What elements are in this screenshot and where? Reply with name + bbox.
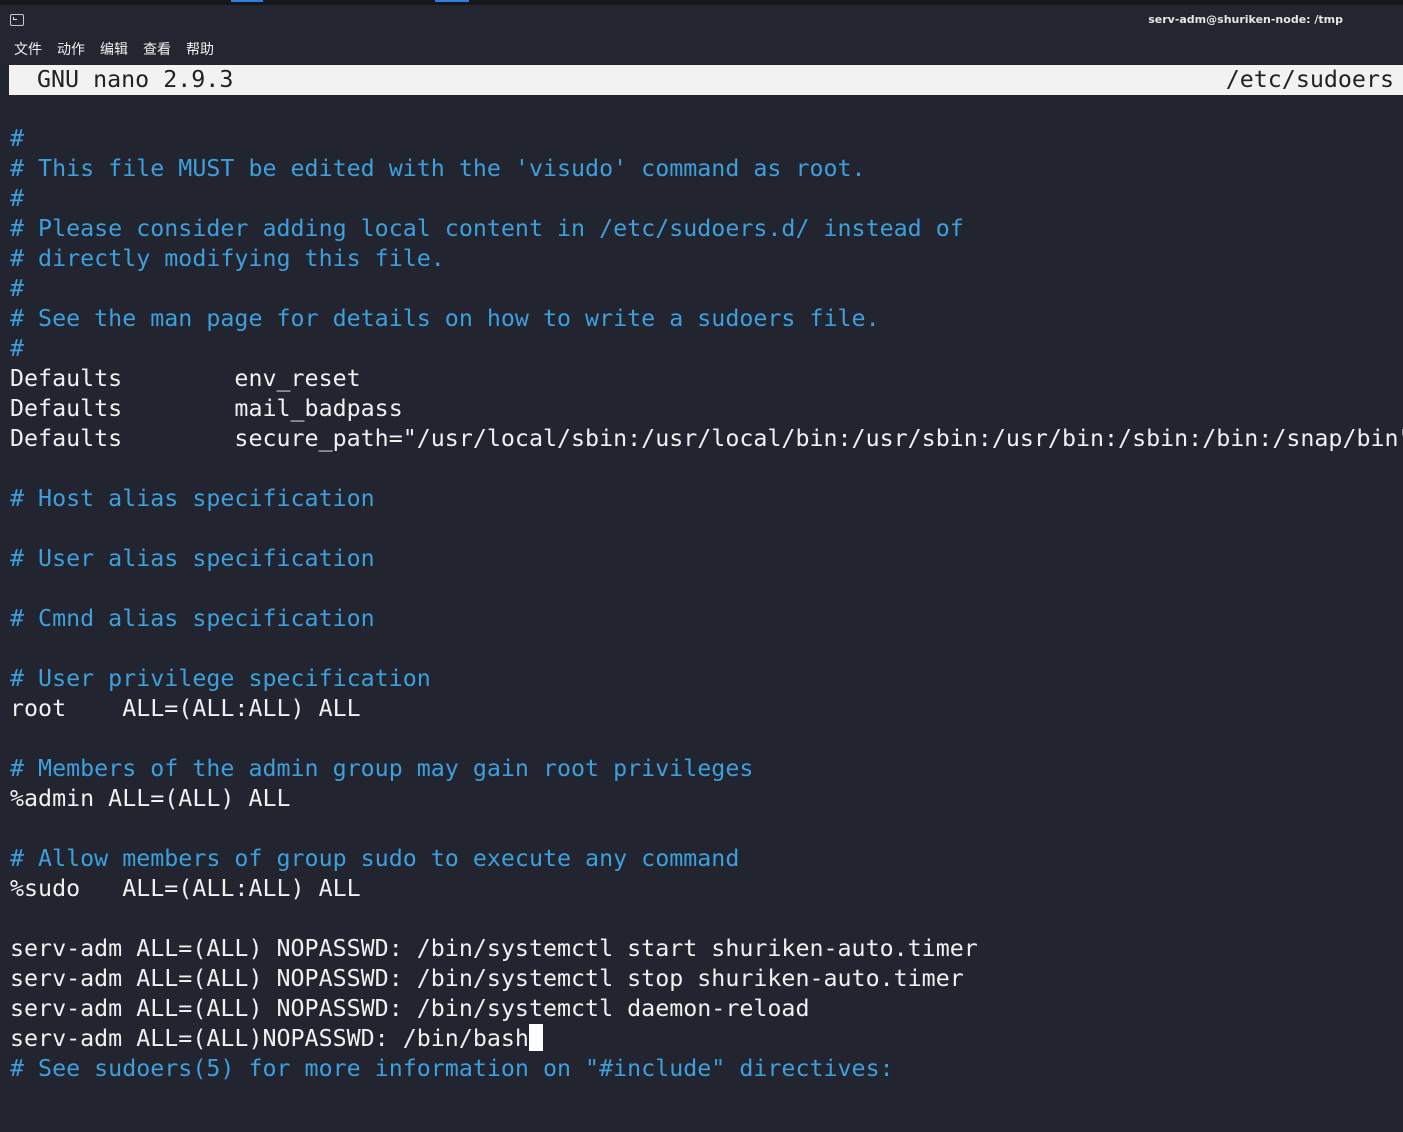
line-text: # bbox=[10, 185, 25, 212]
line-text: # Cmnd alias specification bbox=[10, 605, 375, 632]
code-line[interactable]: Defaults secure_path="/usr/local/sbin:/u… bbox=[10, 424, 1403, 454]
line-text: # bbox=[10, 275, 25, 302]
window-title: serv-adm@shuriken-node: /tmp bbox=[1148, 13, 1343, 26]
menu-help[interactable]: 帮助 bbox=[186, 39, 214, 59]
line-text: # bbox=[10, 125, 25, 152]
comment-line[interactable]: # bbox=[10, 184, 1403, 214]
code-line[interactable]: %sudo ALL=(ALL:ALL) ALL bbox=[10, 874, 1403, 904]
line-text: # User privilege specification bbox=[10, 665, 431, 692]
line-text: # Host alias specification bbox=[10, 485, 375, 512]
comment-line[interactable]: # Please consider adding local content i… bbox=[10, 214, 1403, 244]
line-text: # This file MUST be edited with the 'vis… bbox=[10, 155, 866, 182]
menu-view[interactable]: 查看 bbox=[143, 39, 171, 59]
code-line[interactable]: serv-adm ALL=(ALL)NOPASSWD: /bin/bash bbox=[10, 1024, 1403, 1054]
window-header: serv-adm@shuriken-node: /tmp 文件 动作 编辑 查看… bbox=[0, 5, 1403, 65]
line-text: # See sudoers(5) for more information on… bbox=[10, 1055, 894, 1082]
code-line[interactable] bbox=[10, 454, 1403, 484]
tab-indicator bbox=[231, 0, 263, 2]
line-text: # Allow members of group sudo to execute… bbox=[10, 845, 740, 872]
line-text: # Members of the admin group may gain ro… bbox=[10, 755, 754, 782]
nano-title-bar: GNU nano 2.9.3 /etc/sudoers bbox=[9, 65, 1403, 95]
comment-line[interactable]: # Cmnd alias specification bbox=[10, 604, 1403, 634]
comment-line[interactable]: # bbox=[10, 124, 1403, 154]
line-text: # Please consider adding local content i… bbox=[10, 215, 964, 242]
line-text: # bbox=[10, 335, 25, 362]
line-text: serv-adm ALL=(ALL) NOPASSWD: /bin/system… bbox=[10, 965, 964, 992]
comment-line[interactable]: # Allow members of group sudo to execute… bbox=[10, 844, 1403, 874]
code-line[interactable] bbox=[10, 814, 1403, 844]
comment-line[interactable]: # User alias specification bbox=[10, 544, 1403, 574]
code-line[interactable]: Defaults env_reset bbox=[10, 364, 1403, 394]
comment-line[interactable]: # User privilege specification bbox=[10, 664, 1403, 694]
code-line[interactable]: serv-adm ALL=(ALL) NOPASSWD: /bin/system… bbox=[10, 994, 1403, 1024]
code-line[interactable]: root ALL=(ALL:ALL) ALL bbox=[10, 694, 1403, 724]
menu-edit[interactable]: 编辑 bbox=[100, 39, 128, 59]
line-text: # directly modifying this file. bbox=[10, 245, 445, 272]
comment-line[interactable]: # Host alias specification bbox=[10, 484, 1403, 514]
nano-filename: /etc/sudoers bbox=[1225, 66, 1394, 93]
comment-line[interactable]: # directly modifying this file. bbox=[10, 244, 1403, 274]
line-text: serv-adm ALL=(ALL)NOPASSWD: /bin/bash bbox=[10, 1025, 529, 1052]
menu-file[interactable]: 文件 bbox=[14, 39, 42, 59]
comment-line[interactable]: # bbox=[10, 334, 1403, 364]
code-line[interactable] bbox=[10, 574, 1403, 604]
menu-action[interactable]: 动作 bbox=[57, 39, 85, 59]
code-line[interactable]: Defaults mail_badpass bbox=[10, 394, 1403, 424]
comment-line[interactable]: # See sudoers(5) for more information on… bbox=[10, 1054, 1403, 1084]
code-line[interactable]: serv-adm ALL=(ALL) NOPASSWD: /bin/system… bbox=[10, 934, 1403, 964]
line-text: Defaults env_reset bbox=[10, 365, 361, 392]
text-cursor bbox=[528, 1024, 543, 1051]
editor-area[interactable]: # # This file MUST be edited with the 'vi… bbox=[10, 124, 1403, 1084]
line-text: root ALL=(ALL:ALL) ALL bbox=[10, 695, 361, 722]
comment-line[interactable]: # This file MUST be edited with the 'vis… bbox=[10, 154, 1403, 184]
line-text: serv-adm ALL=(ALL) NOPASSWD: /bin/system… bbox=[10, 935, 978, 962]
line-text: serv-adm ALL=(ALL) NOPASSWD: /bin/system… bbox=[10, 995, 810, 1022]
code-line[interactable] bbox=[10, 904, 1403, 934]
comment-line[interactable]: # Members of the admin group may gain ro… bbox=[10, 754, 1403, 784]
code-line[interactable] bbox=[10, 724, 1403, 754]
comment-line[interactable]: # See the man page for details on how to… bbox=[10, 304, 1403, 334]
line-text: %sudo ALL=(ALL:ALL) ALL bbox=[10, 875, 361, 902]
comment-line[interactable]: # bbox=[10, 274, 1403, 304]
line-text: Defaults mail_badpass bbox=[10, 395, 403, 422]
code-line[interactable]: serv-adm ALL=(ALL) NOPASSWD: /bin/system… bbox=[10, 964, 1403, 994]
code-line[interactable] bbox=[10, 514, 1403, 544]
tab-indicator bbox=[435, 0, 469, 2]
line-text: # User alias specification bbox=[10, 545, 375, 572]
line-text: Defaults secure_path="/usr/local/sbin:/u… bbox=[10, 425, 1403, 452]
nano-version: GNU nano 2.9.3 bbox=[37, 66, 234, 93]
line-text: # See the man page for details on how to… bbox=[10, 305, 880, 332]
code-line[interactable]: %admin ALL=(ALL) ALL bbox=[10, 784, 1403, 814]
line-text: %admin ALL=(ALL) ALL bbox=[10, 785, 291, 812]
terminal-icon bbox=[10, 14, 24, 26]
menu-bar: 文件 动作 编辑 查看 帮助 bbox=[14, 39, 214, 59]
code-line[interactable] bbox=[10, 634, 1403, 664]
